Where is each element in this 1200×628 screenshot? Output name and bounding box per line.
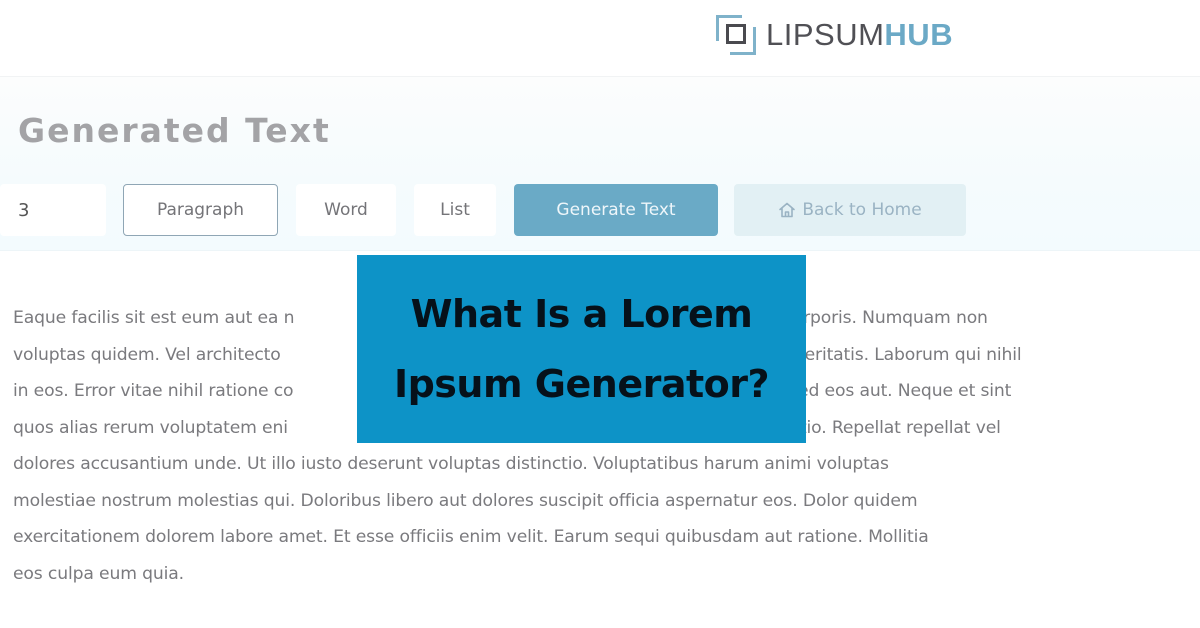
logo-text-primary: LIPSUM — [766, 17, 885, 52]
stacked-squares-logo-icon — [716, 15, 758, 55]
option-paragraph[interactable]: Paragraph — [123, 184, 278, 236]
logo-text-accent: HUB — [884, 17, 954, 52]
text-line: exercitationem dolorem labore amet. Et e… — [13, 527, 929, 547]
page-title: Generated Text — [18, 111, 331, 150]
text-line: dolores accusantium unde. Ut illo iusto … — [13, 454, 889, 474]
generator-panel: Generated Text Paragraph Word List Gener… — [0, 77, 1200, 251]
option-list[interactable]: List — [414, 184, 496, 236]
quantity-input[interactable] — [0, 184, 106, 236]
logo-wordmark: LIPSUMHUB — [766, 15, 953, 55]
home-icon — [779, 202, 796, 218]
option-word[interactable]: Word — [296, 184, 396, 236]
title-banner: What Is a Lorem Ipsum Generator? — [357, 255, 806, 443]
banner-title-line-2: Ipsum Generator? — [393, 362, 770, 406]
text-line: eos culpa eum quia. — [13, 563, 184, 584]
text-line: molestiae nostrum molestias qui. Dolorib… — [13, 490, 918, 511]
site-header: LIPSUMHUB — [0, 0, 1200, 77]
site-logo[interactable]: LIPSUMHUB — [716, 15, 953, 55]
back-to-home-label: Back to Home — [802, 200, 922, 220]
back-to-home-button[interactable]: Back to Home — [734, 184, 966, 236]
generate-text-button[interactable]: Generate Text — [514, 184, 718, 236]
banner-title-line-1: What Is a Lorem — [410, 292, 753, 336]
page: LIPSUMHUB Generated Text Paragraph Word … — [0, 0, 1200, 628]
